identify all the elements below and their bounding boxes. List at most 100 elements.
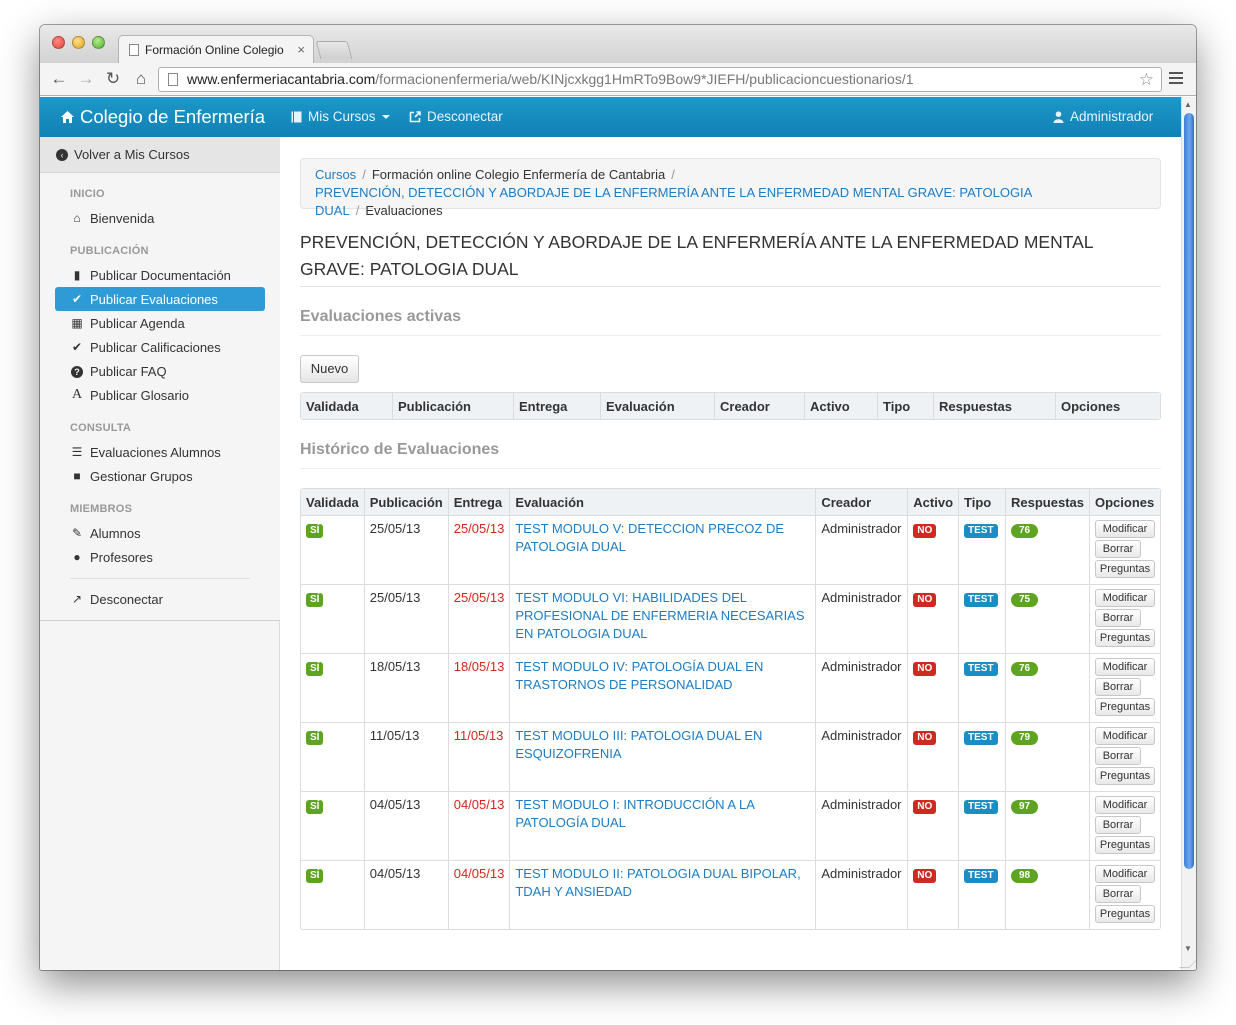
- borrar-button[interactable]: Borrar: [1095, 678, 1141, 696]
- column-header[interactable]: Validada: [301, 489, 364, 515]
- borrar-button[interactable]: Borrar: [1095, 885, 1141, 903]
- evaluacion-link[interactable]: TEST MODULO IV: PATOLOGÍA DUAL EN TRASTO…: [515, 659, 763, 692]
- column-header[interactable]: Opciones: [1055, 393, 1160, 419]
- modificar-button[interactable]: Modificar: [1095, 727, 1155, 745]
- modificar-button[interactable]: Modificar: [1095, 796, 1155, 814]
- browser-menu-icon[interactable]: [1169, 72, 1183, 87]
- forward-icon[interactable]: →: [75, 68, 97, 90]
- column-header[interactable]: Respuestas: [933, 393, 1055, 419]
- tipo-cell: TEST: [958, 860, 1005, 929]
- column-header[interactable]: Publicación: [363, 489, 448, 515]
- respuestas-badge[interactable]: 98: [1011, 869, 1039, 883]
- column-header[interactable]: Creador: [714, 393, 804, 419]
- nav-desconectar[interactable]: Desconectar: [409, 109, 503, 124]
- sidebar-item-publicar-evaluaciones[interactable]: ✔ Publicar Evaluaciones: [55, 287, 265, 311]
- tipo-cell: TEST: [958, 791, 1005, 860]
- column-header[interactable]: Activo: [804, 393, 877, 419]
- sidebar-item-bienvenida[interactable]: ⌂ Bienvenida: [55, 206, 265, 230]
- column-header[interactable]: Creador: [815, 489, 908, 515]
- modificar-button[interactable]: Modificar: [1095, 865, 1155, 883]
- address-bar[interactable]: www.enfermeriacantabria.com/formacionenf…: [158, 67, 1162, 92]
- borrar-button[interactable]: Borrar: [1095, 816, 1141, 834]
- sidebar-item-label: Publicar Evaluaciones: [90, 291, 218, 307]
- browser-tab[interactable]: Formación Online Colegio ×: [118, 35, 314, 63]
- column-header[interactable]: Evaluación: [600, 393, 714, 419]
- preguntas-button[interactable]: Preguntas: [1095, 905, 1155, 923]
- divider: [300, 468, 1161, 469]
- new-tab-button[interactable]: [315, 41, 353, 59]
- column-header[interactable]: Opciones: [1089, 489, 1160, 515]
- back-icon[interactable]: ←: [48, 68, 70, 90]
- column-header[interactable]: Tipo: [958, 489, 1005, 515]
- column-header[interactable]: Validada: [301, 393, 392, 419]
- validada-badge: SÍ: [306, 800, 324, 814]
- preguntas-button[interactable]: Preguntas: [1095, 836, 1155, 854]
- breadcrumb-separator: /: [671, 167, 675, 182]
- opciones-cell: Modificar Borrar Preguntas: [1089, 584, 1160, 653]
- back-to-courses-link[interactable]: ‹ Volver a Mis Cursos: [40, 137, 280, 173]
- borrar-button[interactable]: Borrar: [1095, 609, 1141, 627]
- preguntas-button[interactable]: Preguntas: [1095, 629, 1155, 647]
- scrollbar-thumb[interactable]: [1184, 113, 1194, 869]
- publicacion-cell: 18/05/13: [363, 653, 448, 722]
- tab-close-icon[interactable]: ×: [297, 42, 305, 57]
- column-header[interactable]: Entrega: [447, 489, 510, 515]
- sidebar-item-publicar-agenda[interactable]: ▦ Publicar Agenda: [55, 311, 265, 335]
- brand-link[interactable]: Colegio de Enfermería: [60, 106, 265, 128]
- evaluacion-cell: TEST MODULO IV: PATOLOGÍA DUAL EN TRASTO…: [509, 653, 816, 722]
- column-header[interactable]: Evaluación: [509, 489, 816, 515]
- validada-cell: SÍ: [301, 653, 364, 722]
- activo-badge: NO: [913, 731, 937, 745]
- breadcrumb-cursos[interactable]: Cursos: [315, 167, 356, 182]
- preguntas-button[interactable]: Preguntas: [1095, 560, 1155, 578]
- scroll-down-arrow-icon[interactable]: ▼: [1184, 944, 1192, 953]
- column-header[interactable]: Respuestas: [1005, 489, 1089, 515]
- respuestas-badge[interactable]: 76: [1011, 524, 1039, 538]
- column-header[interactable]: Publicación: [392, 393, 513, 419]
- borrar-button[interactable]: Borrar: [1095, 540, 1141, 558]
- nav-mis-cursos[interactable]: Mis Cursos: [291, 109, 390, 124]
- page-scrollbar[interactable]: ▲ ▼: [1181, 97, 1196, 970]
- close-window-button[interactable]: [52, 36, 65, 49]
- nav-user[interactable]: Administrador: [1053, 109, 1153, 124]
- sidebar-item-alumnos[interactable]: ✎ Alumnos: [55, 521, 265, 545]
- sidebar-item-gestionar-grupos[interactable]: ■ Gestionar Grupos: [55, 464, 265, 488]
- respuestas-badge[interactable]: 97: [1011, 800, 1039, 814]
- borrar-button[interactable]: Borrar: [1095, 747, 1141, 765]
- column-header[interactable]: Activo: [907, 489, 959, 515]
- minimize-window-button[interactable]: [72, 36, 85, 49]
- evaluacion-link[interactable]: TEST MODULO I: INTRODUCCIÓN A LA PATOLOG…: [515, 797, 754, 830]
- evaluacion-cell: TEST MODULO V: DETECCION PRECOZ DE PATOL…: [509, 515, 816, 584]
- respuestas-badge[interactable]: 79: [1011, 731, 1039, 745]
- respuestas-badge[interactable]: 75: [1011, 593, 1039, 607]
- sidebar-item-publicar-documentacion[interactable]: ▮ Publicar Documentación: [55, 263, 265, 287]
- evaluacion-link[interactable]: TEST MODULO V: DETECCION PRECOZ DE PATOL…: [515, 521, 784, 554]
- sidebar-item-label: Evaluaciones Alumnos: [90, 444, 221, 460]
- preguntas-button[interactable]: Preguntas: [1095, 698, 1155, 716]
- home-icon[interactable]: ⌂: [130, 68, 152, 90]
- sidebar-item-publicar-calificaciones[interactable]: ✔ Publicar Calificaciones: [55, 335, 265, 359]
- modificar-button[interactable]: Modificar: [1095, 589, 1155, 607]
- evaluacion-link[interactable]: TEST MODULO II: PATOLOGIA DUAL BIPOLAR, …: [515, 866, 800, 899]
- publicacion-cell: 25/05/13: [363, 584, 448, 653]
- bookmark-star-icon[interactable]: ☆: [1139, 68, 1154, 91]
- sidebar-item-profesores[interactable]: ● Profesores: [55, 545, 265, 569]
- scroll-up-arrow-icon[interactable]: ▲: [1184, 100, 1192, 109]
- sidebar-item-publicar-glosario[interactable]: A Publicar Glosario: [55, 383, 265, 407]
- column-header[interactable]: Entrega: [513, 393, 600, 419]
- sidebar-item-label: Desconectar: [90, 591, 163, 607]
- column-header[interactable]: Tipo: [877, 393, 933, 419]
- zoom-window-button[interactable]: [92, 36, 105, 49]
- sidebar-item-evaluaciones-alumnos[interactable]: ☰ Evaluaciones Alumnos: [55, 440, 265, 464]
- modificar-button[interactable]: Modificar: [1095, 520, 1155, 538]
- sidebar-item-desconectar[interactable]: ↗ Desconectar: [55, 587, 265, 611]
- evaluacion-cell: TEST MODULO III: PATOLOGIA DUAL EN ESQUI…: [509, 722, 816, 791]
- evaluacion-link[interactable]: TEST MODULO III: PATOLOGIA DUAL EN ESQUI…: [515, 728, 762, 761]
- reload-icon[interactable]: ↻: [102, 68, 124, 90]
- sidebar-item-publicar-faq[interactable]: ? Publicar FAQ: [55, 359, 265, 383]
- evaluacion-link[interactable]: TEST MODULO VI: HABILIDADES DEL PROFESIO…: [515, 590, 804, 641]
- respuestas-badge[interactable]: 76: [1011, 662, 1039, 676]
- preguntas-button[interactable]: Preguntas: [1095, 767, 1155, 785]
- nuevo-button[interactable]: Nuevo: [300, 355, 359, 383]
- modificar-button[interactable]: Modificar: [1095, 658, 1155, 676]
